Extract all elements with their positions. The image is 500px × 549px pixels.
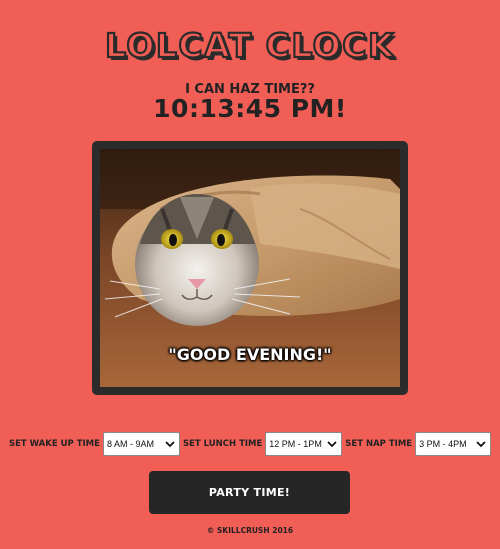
page-title: LOLCAT CLOCK bbox=[104, 25, 396, 66]
schedule-controls: SET WAKE UP TIME 8 AM - 9AM SET LUNCH TI… bbox=[9, 432, 494, 456]
wake-up-selected-value: 8 AM - 9AM bbox=[106, 439, 154, 449]
photo-caption: "GOOD EVENING!" bbox=[168, 345, 332, 364]
wake-up-time-select[interactable]: 8 AM - 9AM bbox=[102, 432, 180, 456]
clock-display: 10:13:45 PM! bbox=[153, 94, 347, 123]
nap-time-select[interactable]: 3 PM - 4PM bbox=[415, 432, 492, 456]
lolcat-image: "GOOD EVENING!" bbox=[100, 149, 400, 387]
lunch-label: SET LUNCH TIME bbox=[182, 439, 263, 449]
lunch-time-select[interactable]: 12 PM - 1PM bbox=[265, 432, 343, 456]
lolcat-photo-frame: "GOOD EVENING!" bbox=[92, 141, 408, 395]
nap-label: SET NAP TIME bbox=[345, 439, 413, 449]
nap-selected-value: 3 PM - 4PM bbox=[419, 439, 467, 449]
chevron-down-icon bbox=[326, 433, 338, 455]
wake-up-label: SET WAKE UP TIME bbox=[9, 439, 100, 449]
footer-copyright: © SKILLCRUSH 2016 bbox=[206, 526, 294, 535]
chevron-down-icon bbox=[475, 433, 487, 455]
chevron-down-icon bbox=[164, 433, 176, 455]
lunch-selected-value: 12 PM - 1PM bbox=[269, 439, 322, 449]
party-time-button[interactable]: PARTY TIME! bbox=[149, 471, 350, 514]
